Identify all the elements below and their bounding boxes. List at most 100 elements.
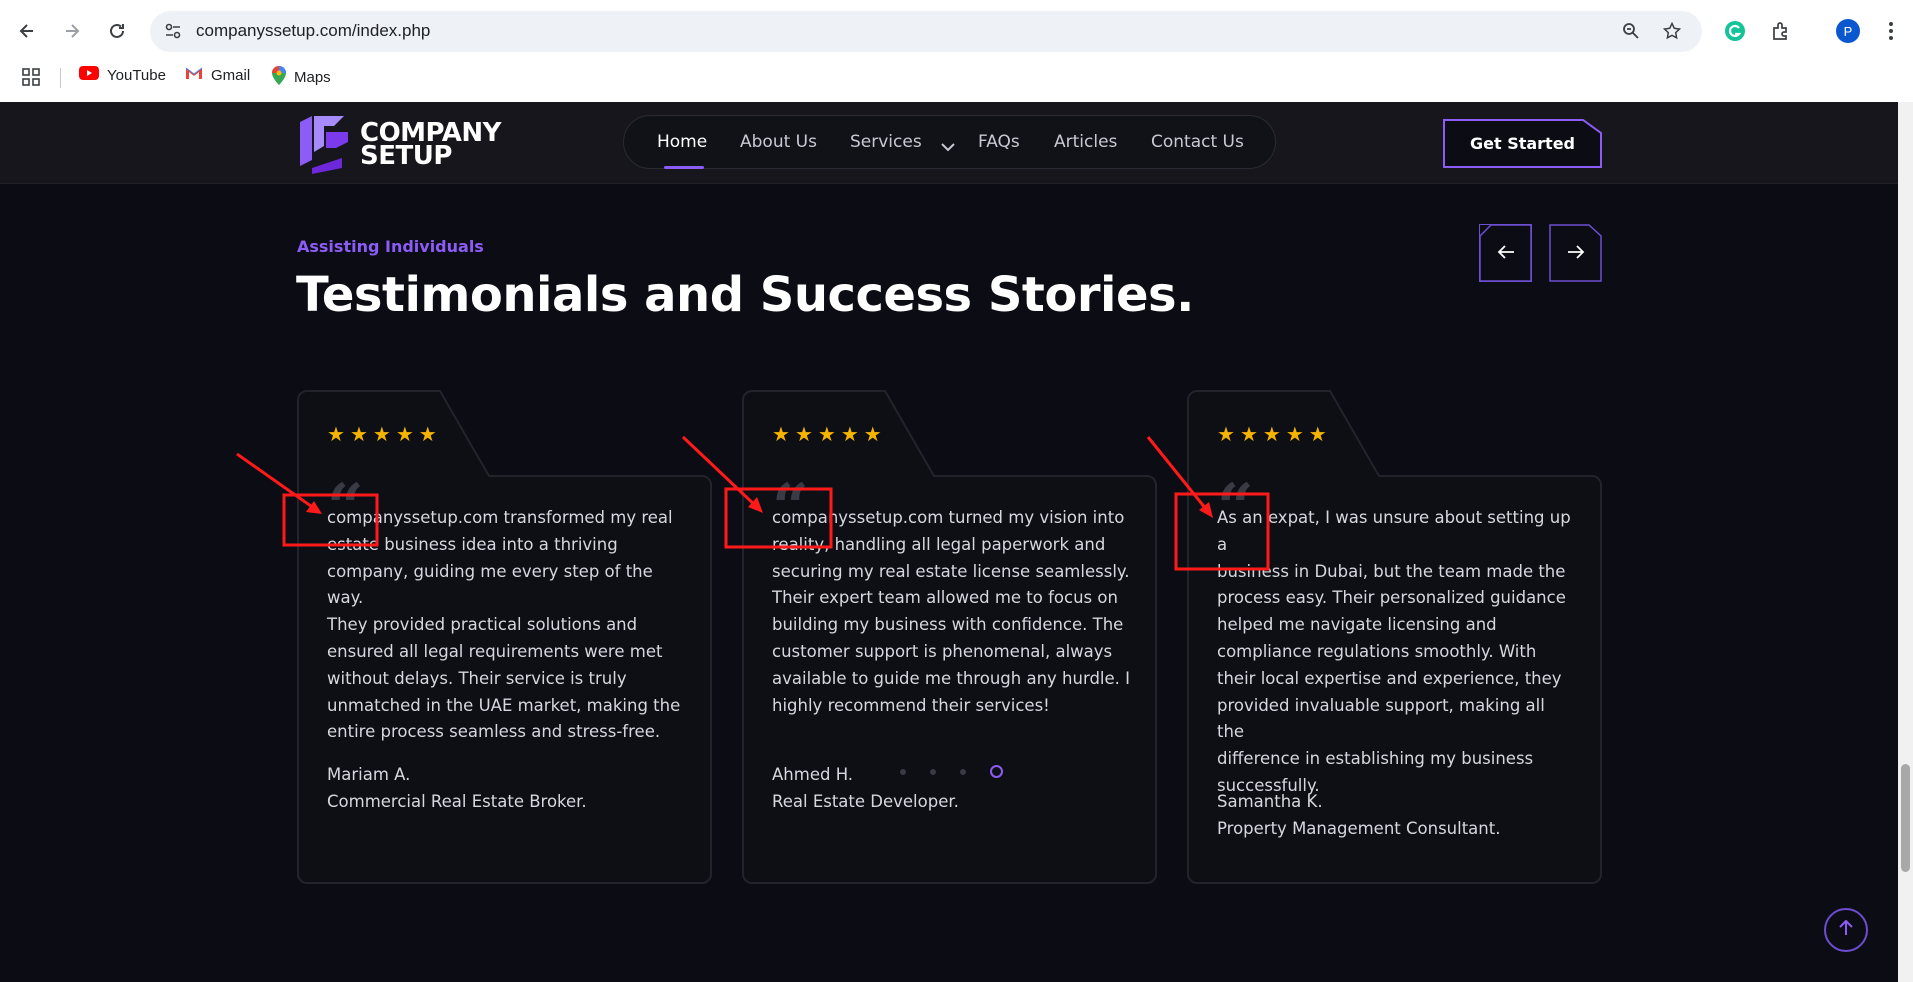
star-icon: ★: [840, 422, 859, 446]
bookmark-separator: [60, 68, 61, 88]
star-icon: ★: [1217, 422, 1235, 446]
text-line: reality, handling all legal paperwork an…: [772, 534, 1106, 554]
star-icon: ★: [863, 422, 882, 446]
text-line: As an expat, I was unsure about setting …: [1217, 508, 1571, 554]
pagination-dot[interactable]: [960, 768, 966, 775]
text-line: They provided practical solutions and: [327, 615, 638, 635]
logo-line-2: SETUP: [360, 141, 452, 171]
star-rating: ★ ★ ★ ★ ★: [1217, 424, 1327, 444]
bookmark-youtube[interactable]: YouTube: [79, 66, 166, 84]
browser-chrome: companyssetup.com/index.php P YouTube Gm…: [0, 0, 1913, 102]
text-line: companyssetup.com transformed my real: [327, 508, 673, 527]
get-started-label: Get Started: [1469, 134, 1575, 153]
reviewer-role: Real Estate Developer.: [772, 792, 959, 811]
reviewer-name: Mariam A.: [327, 765, 411, 784]
maps-icon: [272, 66, 286, 89]
reviewer-name: Ahmed H.: [772, 765, 854, 784]
testimonial-text: companyssetup.com turned my vision into …: [772, 505, 1132, 719]
star-rating: ★ ★ ★ ★ ★: [327, 424, 437, 444]
bookmark-label: Gmail: [211, 66, 251, 84]
arrow-up-icon: [1839, 919, 1853, 941]
carousel-next-button[interactable]: [1549, 224, 1602, 282]
star-icon: ★: [817, 422, 836, 446]
nav-active-indicator: [664, 166, 704, 169]
page-scrollbar[interactable]: [1898, 102, 1913, 982]
carousel-prev-button[interactable]: [1478, 223, 1532, 282]
zoom-icon[interactable]: [1620, 20, 1642, 42]
pagination-dot-active[interactable]: [990, 765, 1003, 778]
section-title: Testimonials and Success Stories.: [296, 267, 1194, 323]
text-line: Their expert team allowed me to focus on: [772, 588, 1118, 608]
chevron-down-icon[interactable]: [941, 137, 955, 156]
reviewer-role: Commercial Real Estate Broker.: [327, 792, 587, 811]
star-icon: ★: [1308, 422, 1327, 446]
pagination-dot[interactable]: [930, 768, 936, 775]
star-icon: ★: [1262, 422, 1281, 446]
bookmark-maps[interactable]: Maps: [272, 66, 331, 89]
text-line: provided invaluable support, making all …: [1217, 695, 1545, 742]
arrow-right-icon: [1567, 241, 1585, 265]
text-line: companyssetup.com turned my vision into: [772, 508, 1125, 527]
back-icon[interactable]: [9, 13, 45, 49]
extensions-icon[interactable]: [1766, 16, 1796, 46]
section-eyebrow: Assisting Individuals: [297, 237, 484, 256]
site-header: COMPANY SETUP Home About Us Services FAQ…: [0, 102, 1898, 184]
text-line: ensured all legal requirements were met: [327, 641, 663, 661]
bookmark-star-icon[interactable]: [1661, 20, 1683, 42]
apps-grid-icon[interactable]: [22, 68, 41, 91]
nav-about-us[interactable]: About Us: [740, 132, 817, 152]
text-line: without delays. Their service is truly: [327, 668, 627, 688]
nav-contact-us[interactable]: Contact Us: [1151, 132, 1244, 152]
bookmark-label: Maps: [294, 69, 331, 86]
text-line: their local expertise and experience, th…: [1217, 668, 1562, 688]
pagination-dot[interactable]: [900, 768, 906, 775]
site-info-icon[interactable]: [162, 20, 184, 42]
scroll-to-top-button[interactable]: [1824, 908, 1868, 952]
star-icon: ★: [418, 422, 437, 446]
main-nav: Home About Us Services FAQs Articles Con…: [623, 115, 1276, 169]
text-line: customer support is phenomenal, always: [772, 641, 1113, 661]
testimonial-card: ★ ★ ★ ★ ★ “ companyssetup.com transformed my…: [297, 390, 712, 884]
web-page: COMPANY SETUP Home About Us Services FAQ…: [0, 102, 1913, 982]
nav-faqs[interactable]: FAQs: [978, 132, 1020, 152]
nav-services[interactable]: Services: [850, 132, 922, 152]
text-line: estate business idea into a thriving: [327, 534, 618, 554]
star-icon: ★: [349, 422, 368, 446]
text-line: company, guiding me every step of the wa…: [327, 561, 653, 608]
testimonial-text: companyssetup.com transformed my real es…: [327, 505, 687, 746]
star-icon: ★: [1239, 422, 1258, 446]
grammarly-icon[interactable]: [1720, 16, 1750, 46]
text-line: compliance regulations smoothly. With: [1217, 641, 1537, 661]
testimonial-card: ★ ★ ★ ★ ★ “ companyssetup.com turned my visi…: [742, 390, 1157, 884]
star-icon: ★: [772, 422, 790, 446]
site-logo[interactable]: COMPANY SETUP: [296, 112, 501, 178]
text-line: securing my real estate license seamless…: [772, 561, 1130, 581]
bookmark-label: YouTube: [107, 66, 166, 84]
reviewer-role: Property Management Consultant.: [1217, 819, 1501, 838]
url-text[interactable]: companyssetup.com/index.php: [196, 21, 430, 41]
testimonial-text: As an expat, I was unsure about setting …: [1217, 505, 1577, 800]
text-line: building my business with confidence. Th…: [772, 615, 1124, 635]
nav-articles[interactable]: Articles: [1054, 132, 1117, 152]
gmail-icon: [185, 66, 203, 84]
testimonial-card: ★ ★ ★ ★ ★ “ As an expat, I was unsure about …: [1187, 390, 1602, 884]
text-line: business in Dubai, but the team made the: [1217, 561, 1566, 581]
text-line: difference in establishing my business: [1217, 749, 1534, 769]
youtube-icon: [79, 66, 99, 84]
text-line: available to guide me through any hurdle…: [772, 668, 1131, 688]
profile-avatar[interactable]: P: [1836, 19, 1860, 43]
logo-mark-icon: [296, 112, 354, 178]
text-line: entire process seamless and stress-free.: [327, 722, 661, 742]
address-bar[interactable]: companyssetup.com/index.php: [150, 11, 1702, 52]
menu-kebab-icon[interactable]: [1876, 16, 1906, 46]
nav-home[interactable]: Home: [657, 132, 707, 152]
reload-icon[interactable]: [99, 13, 135, 49]
forward-icon[interactable]: [54, 13, 90, 49]
scrollbar-thumb[interactable]: [1901, 764, 1910, 872]
star-icon: ★: [372, 422, 391, 446]
get-started-button[interactable]: Get Started: [1443, 119, 1602, 168]
bookmark-gmail[interactable]: Gmail: [185, 66, 250, 84]
star-icon: ★: [395, 422, 414, 446]
star-icon: ★: [327, 422, 345, 446]
star-icon: ★: [794, 422, 813, 446]
